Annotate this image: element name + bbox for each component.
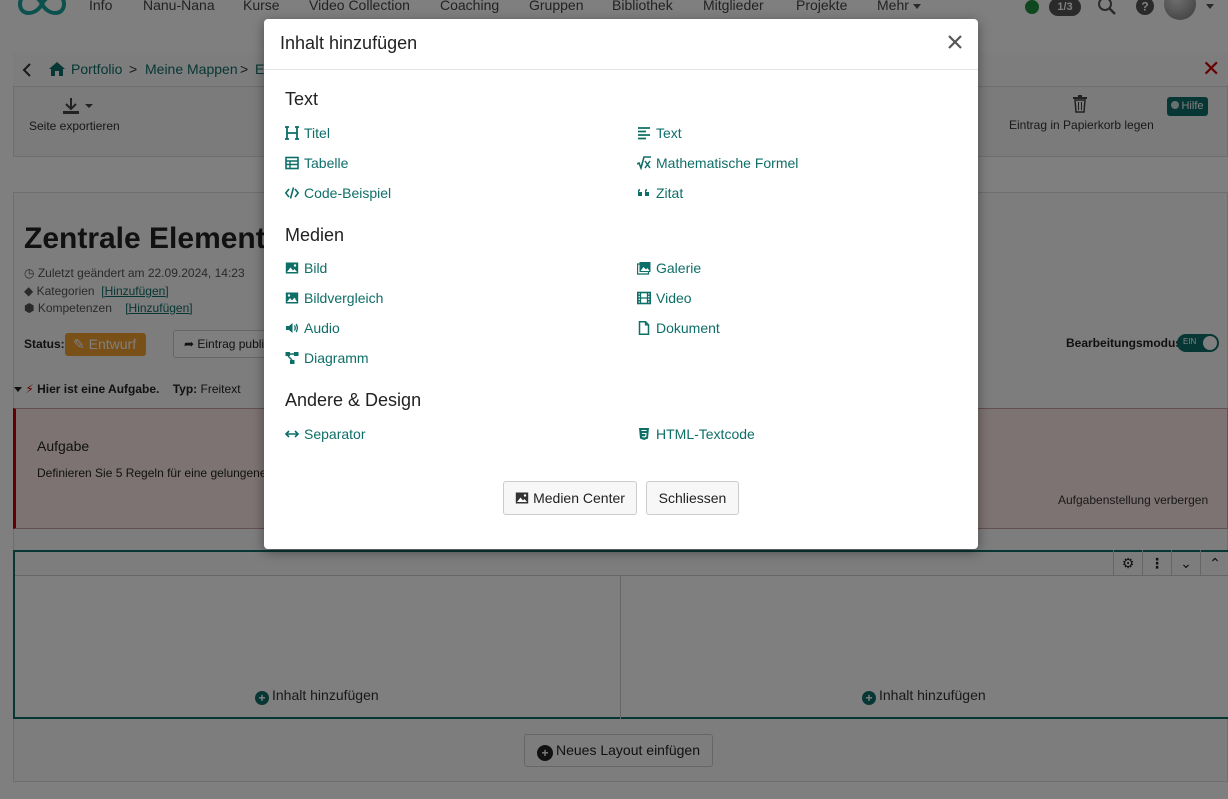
add-image-comparison-label: Bildvergleich	[304, 290, 384, 306]
add-image-label: Bild	[304, 260, 328, 276]
add-audio-label: Audio	[304, 320, 340, 336]
heading-icon	[285, 126, 299, 140]
gallery-icon	[636, 262, 651, 275]
add-quote-label: Zitat	[656, 185, 684, 201]
add-table-item[interactable]: Tabelle	[285, 155, 348, 171]
code-icon	[284, 187, 300, 199]
media-center-label: Medien Center	[533, 490, 625, 506]
add-table-label: Tabelle	[304, 155, 349, 171]
image-icon	[285, 262, 299, 274]
add-separator-label: Separator	[304, 426, 366, 442]
dialog-header: Inhalt hinzufügen	[264, 19, 978, 70]
volume-icon	[286, 323, 298, 333]
add-title-item[interactable]: Titel	[285, 125, 330, 141]
add-diagram-item[interactable]: Diagramm	[285, 350, 369, 366]
add-document-label: Dokument	[656, 320, 720, 336]
document-icon	[638, 321, 650, 335]
add-quote-item[interactable]: Zitat	[637, 185, 683, 201]
section-media-title: Medien	[285, 225, 345, 245]
add-separator-item[interactable]: Separator	[284, 426, 366, 442]
square-root-icon	[636, 156, 651, 171]
section-other-title: Andere & Design	[285, 390, 422, 410]
table-icon	[285, 156, 299, 170]
add-gallery-label: Galerie	[656, 260, 702, 276]
close-icon[interactable]	[946, 33, 964, 51]
align-left-icon	[638, 127, 650, 140]
add-diagram-label: Diagramm	[304, 350, 369, 366]
add-html-code-item[interactable]: HTML-Textcode	[637, 426, 755, 442]
film-icon	[637, 291, 651, 305]
add-code-example-item[interactable]: Code-Beispiel	[284, 185, 392, 201]
add-content-dialog: Inhalt hinzufügen Text Titel Text Tabell…	[264, 19, 978, 549]
media-center-button[interactable]: Medien Center	[503, 481, 637, 515]
arrows-horizontal-icon	[284, 430, 300, 438]
add-text-item[interactable]: Text	[637, 125, 682, 141]
add-text-label: Text	[656, 125, 682, 141]
add-html-code-label: HTML-Textcode	[656, 426, 755, 442]
add-gallery-item[interactable]: Galerie	[636, 260, 702, 276]
add-code-example-label: Code-Beispiel	[304, 185, 392, 201]
add-video-label: Video	[656, 290, 692, 306]
add-image-item[interactable]: Bild	[285, 260, 327, 276]
add-title-label: Titel	[304, 125, 330, 141]
dialog-title: Inhalt hinzufügen	[280, 33, 418, 53]
image-icon	[515, 492, 529, 504]
diagram-icon	[285, 352, 299, 364]
add-document-item[interactable]: Dokument	[637, 320, 720, 336]
quote-icon	[638, 189, 649, 196]
add-audio-item[interactable]: Audio	[285, 320, 340, 336]
image-compare-icon	[285, 292, 299, 304]
html5-icon	[639, 428, 649, 440]
add-math-formula-label: Mathematische Formel	[656, 155, 799, 171]
add-video-item[interactable]: Video	[637, 290, 692, 306]
close-button[interactable]: Schliessen	[646, 481, 739, 515]
add-image-comparison-item[interactable]: Bildvergleich	[285, 290, 383, 306]
section-text-title: Text	[285, 89, 319, 109]
add-math-formula-item[interactable]: Mathematische Formel	[636, 155, 799, 171]
